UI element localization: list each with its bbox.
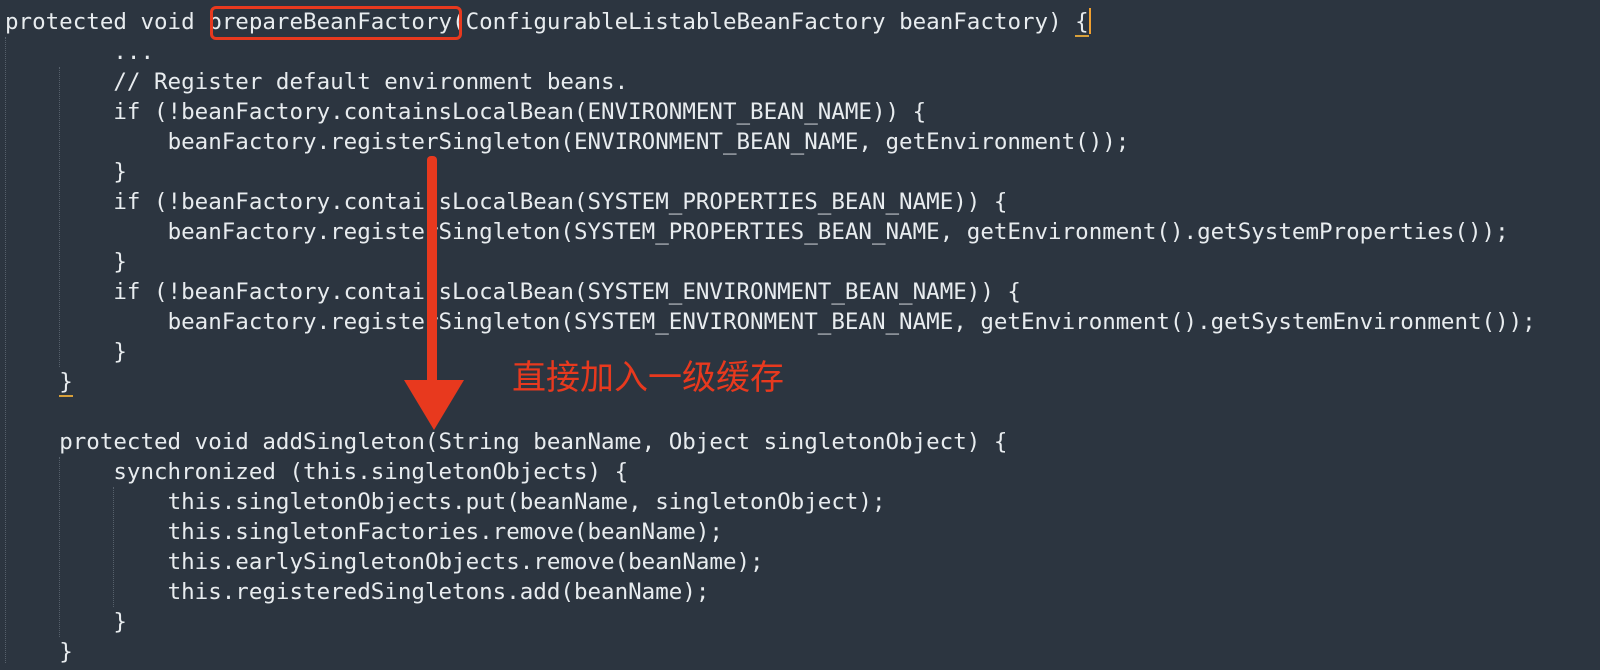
indent-guide [59, 67, 60, 367]
code-line[interactable]: if (!beanFactory.containsLocalBean(SYSTE… [5, 187, 1536, 217]
code-line-text: this.registeredSingletons.add(beanName); [167, 579, 710, 605]
indent-guide [113, 487, 114, 607]
code-line-text: this.singletonObjects.put(beanName, sing… [167, 489, 886, 515]
matched-brace: } [59, 369, 73, 397]
method-name-highlight-box [210, 6, 462, 40]
code-line-text: this.singletonFactories.remove(beanName)… [167, 519, 723, 545]
code-line-text: beanFactory.registerSingleton(SYSTEM_ENV… [167, 309, 1536, 335]
code-line[interactable]: this.earlySingletonObjects.remove(beanNa… [5, 547, 1536, 577]
code-line[interactable] [5, 397, 1536, 427]
code-line[interactable]: ... [5, 37, 1536, 67]
code-line-text: beanFactory.registerSingleton(ENVIRONMEN… [167, 129, 1130, 155]
code-keywords: protected void [5, 9, 209, 35]
indent-guide [59, 457, 60, 637]
code-line-text: } [59, 639, 73, 665]
code-line-text: } [113, 609, 127, 635]
code-line-text: ... [113, 39, 155, 65]
code-line[interactable]: this.singletonObjects.put(beanName, sing… [5, 487, 1536, 517]
code-line[interactable]: } [5, 157, 1536, 187]
indent-guide [5, 37, 6, 663]
code-line-text: this.earlySingletonObjects.remove(beanNa… [167, 549, 764, 575]
code-block[interactable]: protected void prepareBeanFactory(Config… [5, 7, 1536, 667]
code-line[interactable]: } [5, 607, 1536, 637]
code-line[interactable]: beanFactory.registerSingleton(SYSTEM_PRO… [5, 217, 1536, 247]
method-signature: (ConfigurableListableBeanFactory beanFac… [452, 9, 1076, 35]
code-line[interactable]: if (!beanFactory.containsLocalBean(SYSTE… [5, 277, 1536, 307]
code-line-text: if (!beanFactory.containsLocalBean(ENVIR… [113, 99, 927, 125]
code-line-text: if (!beanFactory.containsLocalBean(SYSTE… [113, 189, 1008, 215]
code-line[interactable]: protected void addSingleton(String beanN… [5, 427, 1536, 457]
code-line[interactable]: synchronized (this.singletonObjects) { [5, 457, 1536, 487]
code-line[interactable]: } [5, 247, 1536, 277]
matched-brace: { [1075, 9, 1089, 37]
code-line-text: } [113, 159, 127, 185]
code-line-text: } [113, 339, 127, 365]
code-line[interactable]: if (!beanFactory.containsLocalBean(ENVIR… [5, 97, 1536, 127]
code-line[interactable]: this.registeredSingletons.add(beanName); [5, 577, 1536, 607]
code-line[interactable]: beanFactory.registerSingleton(SYSTEM_ENV… [5, 307, 1536, 337]
code-line-text: } [113, 249, 127, 275]
code-line-text: if (!beanFactory.containsLocalBean(SYSTE… [113, 279, 1021, 305]
annotation-label: 直接加入一级缓存 [512, 358, 784, 398]
code-line[interactable]: // Register default environment beans. [5, 67, 1536, 97]
code-line[interactable]: this.singletonFactories.remove(beanName)… [5, 517, 1536, 547]
code-line[interactable]: beanFactory.registerSingleton(ENVIRONMEN… [5, 127, 1536, 157]
code-line-text: protected void addSingleton(String beanN… [59, 429, 1008, 455]
code-editor[interactable]: protected void prepareBeanFactory(Config… [0, 0, 1600, 670]
code-line-text: // Register default environment beans. [113, 69, 629, 95]
text-cursor [1088, 8, 1091, 34]
code-line[interactable]: } [5, 637, 1536, 667]
code-line-text: beanFactory.registerSingleton(SYSTEM_PRO… [167, 219, 1509, 245]
code-line-text: synchronized (this.singletonObjects) { [113, 459, 629, 485]
